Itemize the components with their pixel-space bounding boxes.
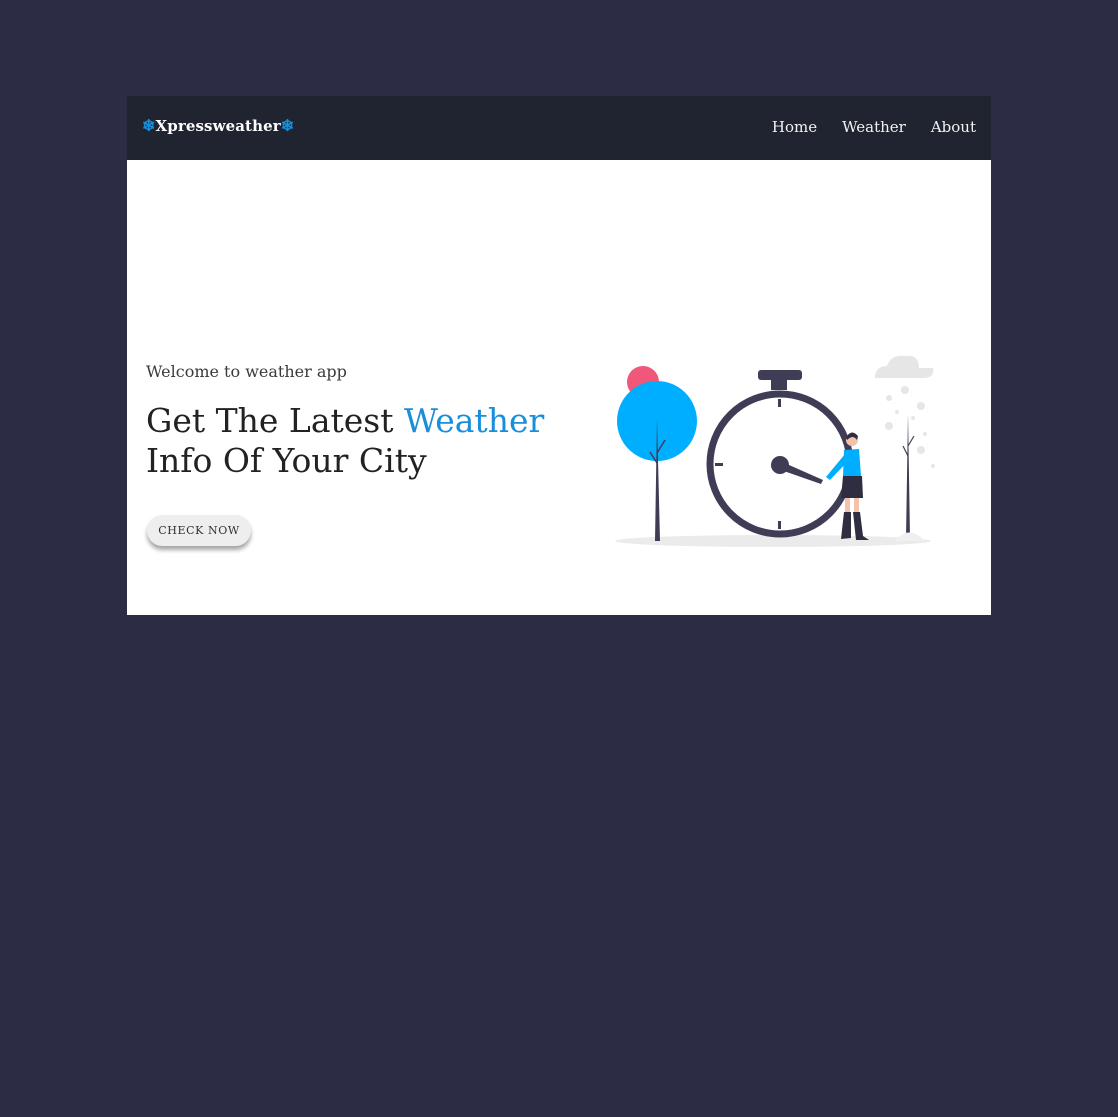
right-tree-trunk	[906, 414, 910, 538]
snow-dot	[917, 446, 925, 454]
snow-dot	[895, 410, 899, 414]
navbar: ❄ Xpressweather ❄ Home Weather About	[127, 96, 991, 160]
tick-9	[715, 463, 723, 466]
snow-mound	[895, 532, 925, 541]
tick-6	[778, 521, 781, 529]
nav-links: Home Weather About	[772, 118, 976, 136]
app-container: ❄ Xpressweather ❄ Home Weather About Wel…	[127, 96, 991, 615]
snow-dot	[923, 432, 927, 436]
snow-dot	[931, 464, 935, 468]
nav-link-home[interactable]: Home	[772, 118, 817, 136]
hero-subtitle: Welcome to weather app	[146, 362, 347, 381]
brand-name: Xpressweather	[155, 117, 281, 135]
snow-dot	[911, 416, 915, 420]
check-now-button[interactable]: CHECK NOW	[147, 515, 251, 546]
hero-title: Get The Latest Weather Info Of Your City	[146, 401, 566, 481]
tick-12	[778, 399, 781, 407]
nav-link-about[interactable]: About	[931, 118, 976, 136]
snow-dot	[917, 402, 925, 410]
woman-boot	[841, 512, 851, 539]
snow-dot	[901, 386, 909, 394]
brand-logo[interactable]: ❄ Xpressweather ❄	[142, 117, 294, 135]
woman-skirt	[841, 476, 863, 498]
hero-title-part2: Info Of Your City	[146, 441, 427, 480]
snowflake-icon: ❄	[142, 116, 156, 135]
cloud	[875, 355, 934, 378]
hero-title-accent: Weather	[404, 401, 545, 440]
hero-title-part1: Get The Latest	[146, 401, 404, 440]
woman-boot	[853, 512, 869, 540]
snowflake-icon: ❄	[280, 116, 295, 135]
snow-dot	[885, 422, 893, 430]
nav-link-weather[interactable]: Weather	[842, 118, 906, 136]
right-tree-branch	[907, 435, 915, 447]
snow-dot	[886, 395, 892, 401]
stopwatch-stem	[771, 378, 787, 390]
weather-clock-illustration	[615, 355, 935, 547]
right-tree-branch	[902, 445, 909, 457]
